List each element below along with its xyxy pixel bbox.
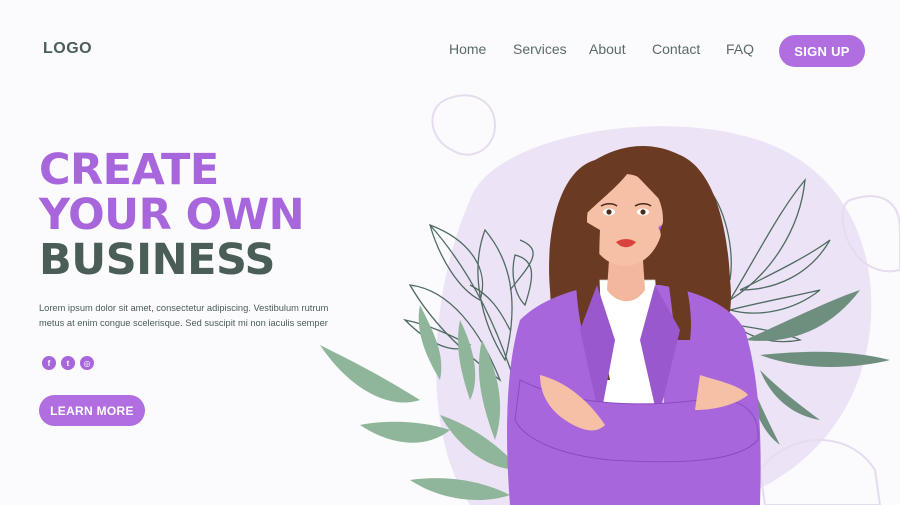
nav-faq[interactable]: FAQ	[726, 41, 754, 57]
hero-illustration	[320, 94, 900, 505]
twitter-icon[interactable]: t	[61, 356, 75, 370]
social-links: f t ◎	[42, 356, 94, 370]
instagram-icon[interactable]: ◎	[80, 356, 94, 370]
hero-title-line1: CREATE	[39, 145, 219, 195]
nav-about[interactable]: About	[589, 41, 626, 57]
outline-blob-top	[431, 94, 497, 156]
nav-services[interactable]: Services	[513, 41, 567, 57]
hero-title-line3: BUSINESS	[39, 235, 276, 285]
logo[interactable]: LOGO	[43, 40, 92, 58]
hero-description-line1: Lorem ipsum dolor sit amet, consectetur …	[39, 303, 329, 313]
hero-description: Lorem ipsum dolor sit amet, consectetur …	[39, 301, 339, 331]
sign-up-button[interactable]: SIGN UP	[779, 35, 865, 67]
hero-title-line2: YOUR OWN	[39, 190, 305, 240]
nav-home[interactable]: Home	[449, 41, 486, 57]
nav-contact[interactable]: Contact	[652, 41, 700, 57]
hero-title: CREATE YOUR OWN BUSINESS	[39, 145, 305, 285]
hero-description-line2: metus at enim congue scelerisque. Sed su…	[39, 318, 328, 328]
learn-more-button[interactable]: LEARN MORE	[39, 395, 145, 426]
facebook-icon[interactable]: f	[42, 356, 56, 370]
